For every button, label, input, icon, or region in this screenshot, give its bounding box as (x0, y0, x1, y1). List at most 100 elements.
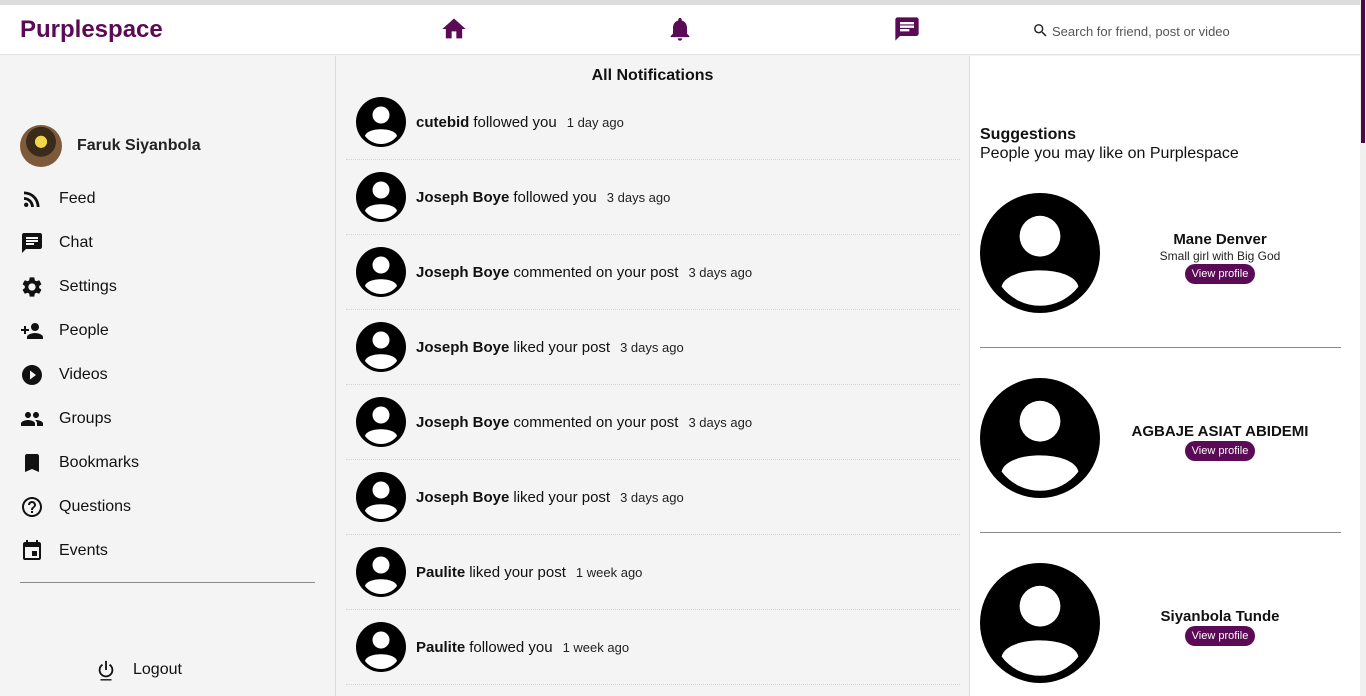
notification-time: 3 days ago (688, 264, 753, 280)
suggestions-subtitle: People you may like on Purplespace (980, 145, 1239, 162)
notification-item[interactable]: Joseph Boye commented on your post 3 days … (346, 385, 960, 460)
notification-action: liked your post (513, 488, 611, 506)
notification-item[interactable]: Joseph Boye liked your post 3 days ago (346, 460, 960, 535)
suggestion-card: AGBAJE ASIAT ABIDEMI View profile (980, 378, 1341, 533)
gear-icon (22, 277, 42, 297)
sidebar-item-label: Events (59, 542, 108, 559)
bookmark-icon (25, 454, 39, 472)
sidebar-item-events[interactable]: Events (20, 529, 315, 573)
suggestions-title: Suggestions (980, 126, 1077, 143)
user-avatar-icon (356, 172, 406, 222)
rss-feed-icon (24, 191, 40, 207)
sidebar-item-label: People (59, 322, 109, 339)
sidebar-item-label: Chat (59, 234, 93, 251)
suggestion-avatar-icon[interactable] (980, 563, 1100, 683)
sidebar-item-label: Groups (59, 410, 112, 427)
sidebar-item-groups[interactable]: Groups (20, 397, 315, 441)
notification-time: 1 day ago (566, 114, 624, 130)
notification-action: followed you (469, 638, 553, 656)
sidebar-item-label: Questions (59, 498, 132, 515)
chat-icon (22, 233, 42, 253)
scrollbar-thumb[interactable] (1361, 0, 1365, 143)
sidebar-item-feed[interactable]: Feed (20, 177, 315, 221)
notification-action: liked your post (469, 563, 566, 581)
suggestion-info: AGBAJE ASIAT ABIDEMI View profile (1120, 423, 1320, 461)
user-avatar-icon (356, 472, 406, 522)
notification-user[interactable]: Joseph Boye (416, 189, 509, 206)
notification-time: 3 days ago (620, 339, 684, 355)
notification-time: 3 days ago (688, 414, 753, 430)
user-avatar-icon (356, 322, 406, 372)
notification-action: followed you (473, 113, 557, 131)
bell-icon[interactable] (666, 15, 694, 43)
notification-action: followed you (513, 188, 597, 206)
notification-list: cutebid followed you 1 day ago Joseph Boye f… (346, 85, 960, 685)
sidebar-item-label: Videos (59, 366, 108, 383)
top-header: Purplespace (0, 5, 1360, 55)
sidebar-item-settings[interactable]: Settings (20, 265, 315, 309)
notification-item[interactable]: cutebid followed you 1 day ago (346, 85, 960, 160)
notification-time: 3 days ago (606, 189, 671, 205)
notification-item[interactable]: Joseph Boye commented on your post 3 days … (346, 235, 960, 310)
logout-button[interactable]: Logout (95, 659, 182, 681)
notification-action: liked your post (513, 338, 611, 356)
search-icon (1034, 24, 1047, 37)
notification-time: 1 week ago (575, 564, 643, 580)
notifications-panel: All Notifications cutebid followed you 1 d… (335, 56, 970, 696)
sidebar-item-label: Settings (59, 278, 117, 295)
notification-user[interactable]: Joseph Boye (416, 339, 509, 356)
sidebar-item-people[interactable]: People (20, 309, 315, 353)
sidebar-item-chat[interactable]: Chat (20, 221, 315, 265)
notification-action: commented on your post (513, 263, 679, 281)
user-avatar (20, 125, 62, 167)
notification-item[interactable]: Joseph Boye followed you 3 days ago (346, 160, 960, 235)
suggestion-divider (980, 347, 1341, 348)
user-avatar-icon (356, 547, 406, 597)
user-avatar-icon (356, 97, 406, 147)
notification-item[interactable]: Joseph Boye liked your post 3 days ago (346, 310, 960, 385)
search-bar (1030, 19, 1350, 43)
notification-user[interactable]: Paulite (416, 564, 465, 581)
message-icon[interactable] (893, 15, 921, 43)
notification-time: 1 week ago (562, 639, 630, 655)
app-logo[interactable]: Purplespace (20, 16, 163, 44)
suggestion-info: Mane Denver Small girl with Big God View p… (1120, 231, 1320, 284)
notification-user[interactable]: Joseph Boye (416, 489, 509, 506)
suggestion-card: Siyanbola Tunde View profile (980, 563, 1341, 696)
view-profile-button[interactable]: View profile (1184, 264, 1256, 284)
notification-item[interactable]: Paulite liked your post 1 week ago (346, 535, 960, 610)
view-profile-button[interactable]: View profile (1184, 441, 1256, 461)
sidebar-item-videos[interactable]: Videos (20, 353, 315, 397)
sidebar-item-bookmarks[interactable]: Bookmarks (20, 441, 315, 485)
suggestion-card: Mane Denver Small girl with Big God View p… (980, 193, 1341, 348)
logout-label: Logout (133, 661, 182, 678)
profile-link[interactable]: Faruk Siyanbola (20, 125, 201, 167)
sidebar-item-label: Feed (59, 190, 96, 207)
left-sidebar: Faruk Siyanbola Feed Chat Settings Peopl… (0, 56, 335, 696)
profile-name: Faruk Siyanbola (77, 137, 201, 154)
sidebar-divider (20, 582, 315, 583)
suggestion-name: Mane Denver (1173, 231, 1267, 248)
suggestion-name: Siyanbola Tunde (1160, 608, 1280, 625)
suggestion-name: AGBAJE ASIAT ABIDEMI (1131, 423, 1309, 440)
calendar-icon (23, 540, 41, 560)
notification-user[interactable]: Paulite (416, 639, 465, 656)
notification-user[interactable]: Joseph Boye (416, 264, 509, 281)
suggestion-avatar-icon[interactable] (980, 193, 1100, 313)
search-input[interactable] (1052, 19, 1342, 43)
person-add-icon (21, 323, 43, 339)
notification-user[interactable]: Joseph Boye (416, 414, 509, 431)
home-icon[interactable] (440, 15, 468, 43)
help-circle-icon (22, 497, 42, 517)
sidebar-item-questions[interactable]: Questions (20, 485, 315, 529)
user-avatar-icon (356, 247, 406, 297)
sidebar-menu: Feed Chat Settings People Videos Groups … (20, 177, 315, 573)
notification-action: commented on your post (513, 413, 679, 431)
user-avatar-icon (356, 622, 406, 672)
notification-item[interactable]: Paulite followed you 1 week ago (346, 610, 960, 685)
suggestion-avatar-icon[interactable] (980, 378, 1100, 498)
notification-user[interactable]: cutebid (416, 114, 469, 131)
sidebar-item-label: Bookmarks (59, 454, 140, 471)
view-profile-button[interactable]: View profile (1184, 626, 1256, 646)
notification-time: 3 days ago (620, 489, 684, 505)
